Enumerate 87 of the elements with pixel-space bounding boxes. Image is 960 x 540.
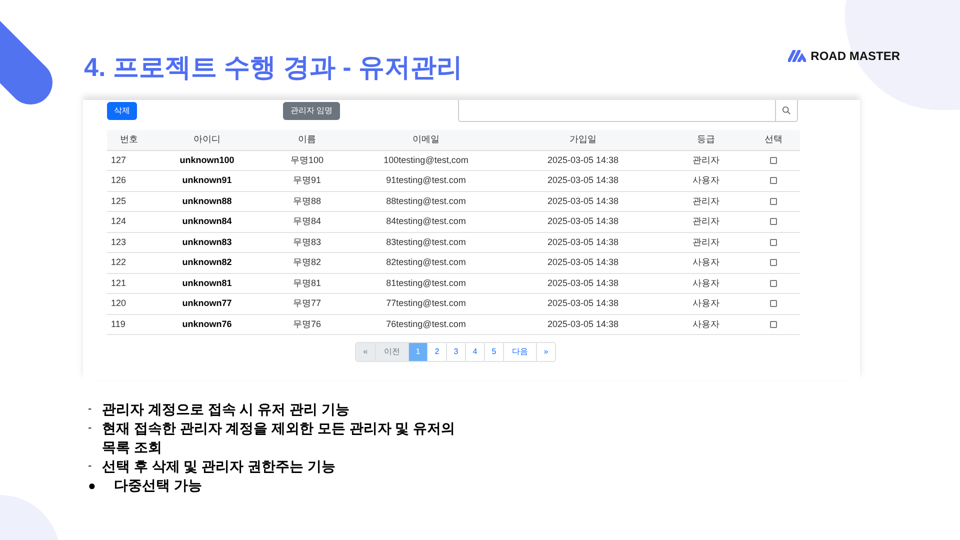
column-header: 이메일 bbox=[412, 134, 440, 144]
table-cell: 2025-03-05 14:38 bbox=[547, 196, 619, 206]
bullet-text: 다중선택 가능 bbox=[114, 476, 203, 495]
table-cell: 사용자 bbox=[692, 298, 720, 308]
column-header: 이름 bbox=[298, 134, 316, 144]
logo-text: ROAD MASTER bbox=[810, 48, 900, 65]
table-cell: unknown81 bbox=[182, 278, 232, 288]
page-link[interactable]: » bbox=[536, 343, 555, 361]
slide-title: 4. 프로젝트 수행 경과 - 유저관리 bbox=[84, 50, 462, 84]
promote-admin-button[interactable]: 관리자 임명 bbox=[283, 102, 340, 120]
row-checkbox[interactable] bbox=[770, 198, 777, 205]
table-cell: unknown82 bbox=[182, 257, 232, 267]
table-cell: 사용자 bbox=[692, 318, 720, 328]
table-cell: 2025-03-05 14:38 bbox=[547, 216, 619, 226]
table-cell: 무명84 bbox=[292, 216, 321, 226]
column-header: 아이디 bbox=[194, 134, 220, 144]
search-icon bbox=[782, 106, 791, 115]
table-cell: 무명76 bbox=[292, 318, 321, 328]
bullet-marker: - bbox=[88, 421, 93, 436]
table-cell: 2025-03-05 14:38 bbox=[547, 298, 619, 308]
table-cell: unknown84 bbox=[182, 216, 232, 226]
bullet-text: 현재 접속한 관리자 계정을 제외한 모든 관리자 및 유저의 목록 조회 bbox=[102, 419, 456, 457]
table-cell: 무명82 bbox=[292, 257, 321, 267]
row-checkbox[interactable] bbox=[770, 259, 777, 266]
row-checkbox[interactable] bbox=[770, 280, 777, 287]
table-cell: 125 bbox=[111, 196, 126, 206]
row-checkbox[interactable] bbox=[770, 156, 777, 164]
column-header: 등급 bbox=[697, 134, 715, 144]
table-cell: 사용자 bbox=[692, 257, 720, 267]
table-cell: 무명83 bbox=[292, 236, 321, 246]
table-cell: 관리자 bbox=[692, 216, 720, 226]
row-checkbox[interactable] bbox=[770, 218, 777, 226]
table-cell: 무명81 bbox=[292, 278, 321, 288]
table-cell: 사용자 bbox=[692, 175, 720, 185]
table-cell: 사용자 bbox=[692, 278, 720, 288]
table-cell: unknown88 bbox=[182, 196, 232, 206]
table-cell: 100testing@test,com bbox=[384, 154, 468, 164]
search-field[interactable] bbox=[458, 100, 798, 122]
table-cell: unknown100 bbox=[180, 154, 234, 164]
table-cell: 76testing@test.com bbox=[386, 318, 466, 328]
column-header: 번호 bbox=[120, 134, 138, 144]
table-cell: 무명88 bbox=[292, 196, 321, 206]
table-cell: 83testing@test.com bbox=[386, 236, 466, 246]
table-cell: unknown77 bbox=[182, 298, 232, 308]
bullet-marker: - bbox=[88, 402, 93, 417]
bullet-marker: ● bbox=[88, 477, 97, 495]
table-cell: 88testing@test.com bbox=[386, 196, 466, 206]
page-link[interactable]: 1 bbox=[408, 343, 427, 361]
row-checkbox[interactable] bbox=[770, 177, 777, 184]
table-cell: 123 bbox=[111, 236, 126, 246]
table-cell: 122 bbox=[111, 257, 126, 267]
table-cell: 무명100 bbox=[290, 154, 324, 164]
table-cell: 2025-03-05 14:38 bbox=[547, 318, 619, 328]
logo-icon bbox=[788, 50, 806, 62]
table-cell: 119 bbox=[111, 318, 126, 328]
row-checkbox[interactable] bbox=[770, 238, 777, 246]
column-header: 가입일 bbox=[570, 134, 596, 144]
table-cell: 무명91 bbox=[292, 175, 321, 185]
column-header: 선택 bbox=[764, 134, 782, 144]
table-cell: 관리자 bbox=[692, 196, 720, 206]
table-cell: 127 bbox=[111, 154, 126, 164]
table-cell: 관리자 bbox=[692, 154, 720, 164]
table-cell: 무명77 bbox=[292, 298, 321, 308]
row-checkbox[interactable] bbox=[770, 300, 777, 308]
table-cell: unknown91 bbox=[182, 175, 232, 185]
table-cell: 120 bbox=[111, 298, 126, 308]
table-cell: 91testing@test.com bbox=[386, 175, 466, 185]
table-cell: 2025-03-05 14:38 bbox=[547, 278, 619, 288]
delete-button[interactable]: 삭제 bbox=[107, 102, 137, 120]
row-checkbox[interactable] bbox=[770, 320, 777, 328]
table-cell: 121 bbox=[111, 278, 126, 288]
table-cell: 124 bbox=[111, 216, 126, 226]
table-cell: 2025-03-05 14:38 bbox=[547, 154, 619, 164]
table-cell: unknown76 bbox=[182, 318, 232, 328]
table-cell: 126 bbox=[111, 175, 126, 185]
table-cell: 81testing@test.com bbox=[386, 278, 466, 288]
table-cell: 84testing@test.com bbox=[386, 216, 466, 226]
table-cell: 2025-03-05 14:38 bbox=[547, 257, 619, 267]
bullet-marker: - bbox=[88, 459, 93, 474]
table-cell: 82testing@test.com bbox=[386, 257, 466, 267]
table-cell: 2025-03-05 14:38 bbox=[547, 236, 619, 246]
bullet-text: 관리자 계정으로 접속 시 유저 관리 기능 bbox=[102, 400, 350, 419]
table-cell: 2025-03-05 14:38 bbox=[547, 175, 619, 185]
bullet-text: 선택 후 삭제 및 관리자 권한주는 기능 bbox=[102, 457, 336, 476]
table-cell: unknown83 bbox=[182, 236, 232, 246]
table-cell: 77testing@test.com bbox=[386, 298, 466, 308]
table-cell: 관리자 bbox=[692, 236, 720, 246]
